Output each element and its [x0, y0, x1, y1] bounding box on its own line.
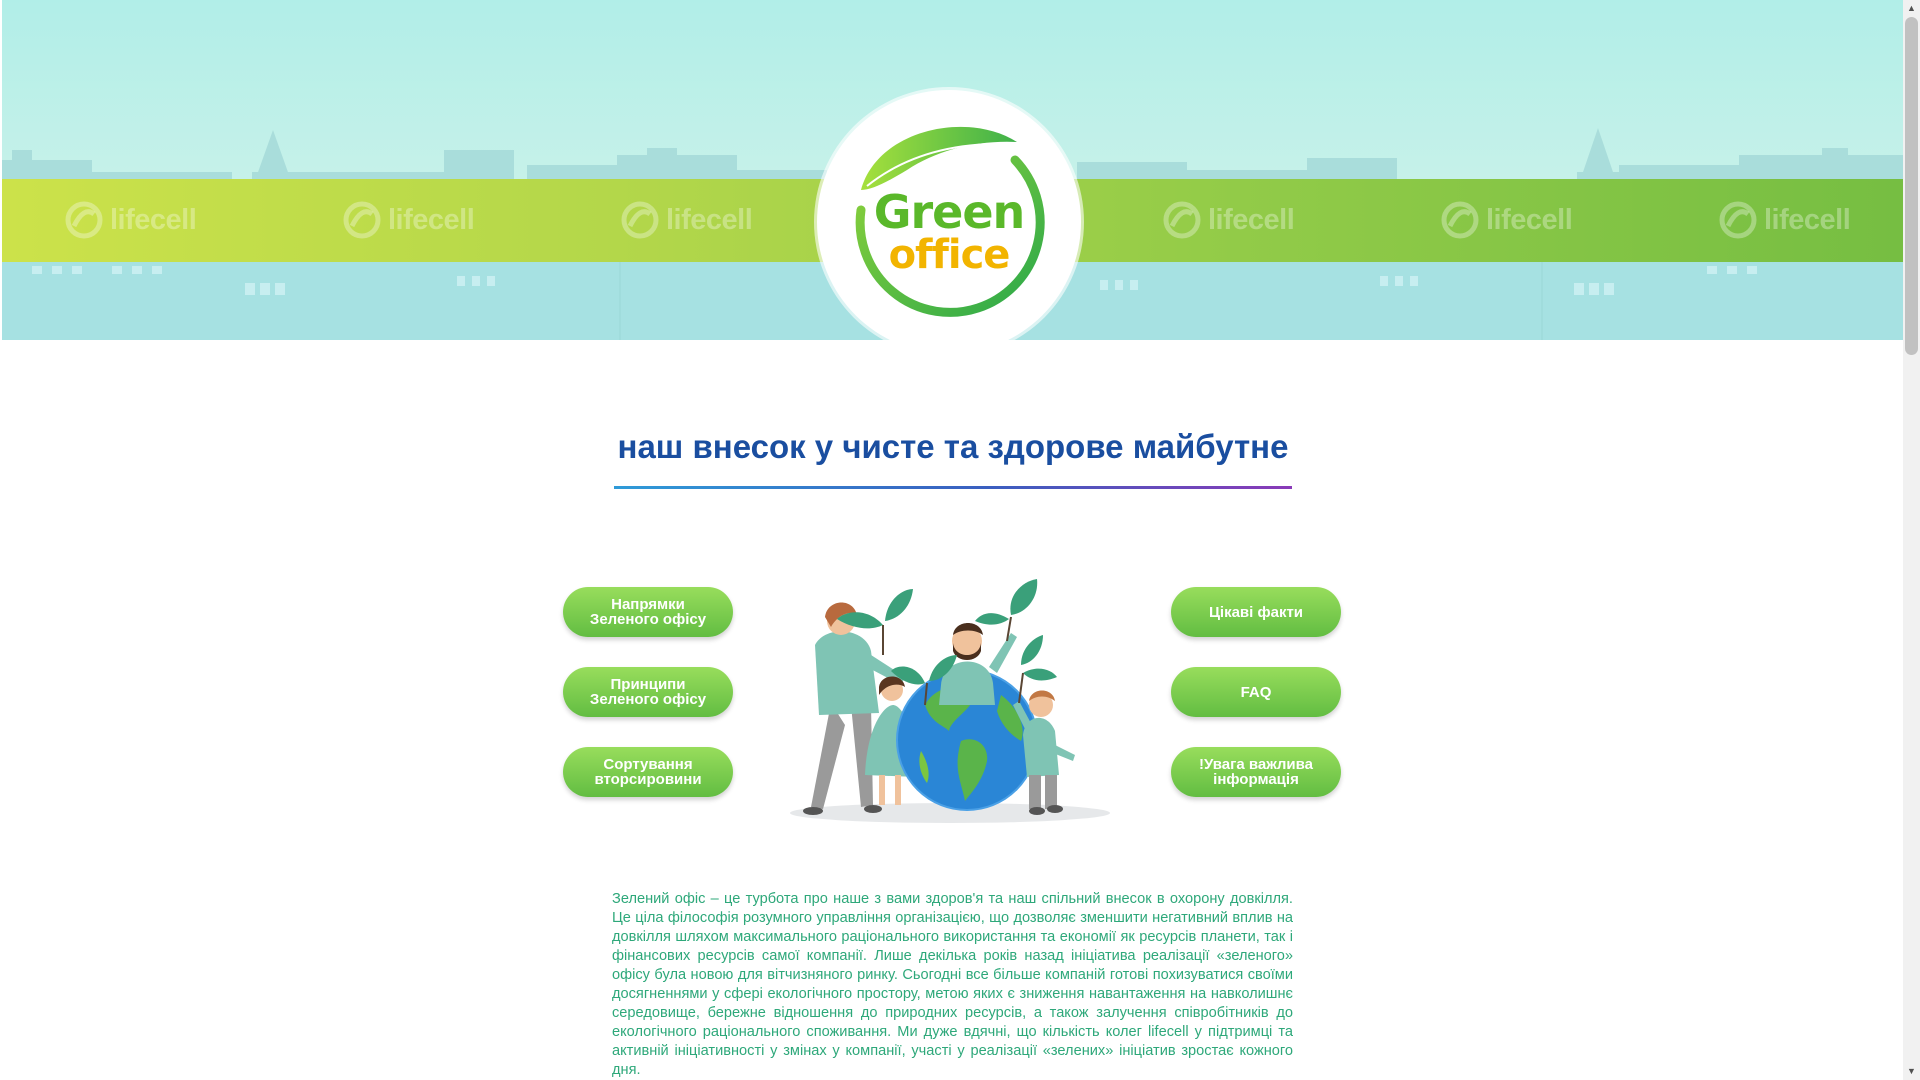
- logo-word-office: office: [888, 232, 1011, 278]
- lifecell-swirl-icon: [1441, 201, 1479, 239]
- lifecell-swirl-icon: [1719, 201, 1757, 239]
- lifecell-watermark-text: lifecell: [1486, 203, 1573, 236]
- lifecell-watermark-text: lifecell: [1764, 203, 1851, 236]
- lifecell-watermark: lifecell: [1440, 196, 1620, 244]
- page-scrollbar[interactable]: ▲ ▼: [1903, 0, 1920, 1080]
- button-important-information[interactable]: !Увага важлива інформація: [1171, 747, 1341, 797]
- button-green-office-directions[interactable]: Напрямки Зеленого офісу: [563, 587, 733, 637]
- lifecell-watermark-text: lifecell: [388, 203, 475, 236]
- heading-underline: [614, 486, 1292, 489]
- logo-word-green: Green: [873, 185, 1026, 239]
- button-green-office-principles[interactable]: Принципи Зеленого офісу: [563, 667, 733, 717]
- lifecell-watermark-text: lifecell: [666, 203, 753, 236]
- lifecell-swirl-icon: [1163, 201, 1201, 239]
- button-faq[interactable]: FAQ: [1171, 667, 1341, 717]
- scroll-up-arrow-icon[interactable]: ▲: [1903, 0, 1920, 17]
- lifecell-swirl-icon: [621, 201, 659, 239]
- scroll-thumb[interactable]: [1905, 17, 1918, 355]
- button-recycling-sorting[interactable]: Сортування вторсировини: [563, 747, 733, 797]
- lifecell-watermark: lifecell: [64, 196, 244, 244]
- lifecell-watermark-text: lifecell: [1208, 203, 1295, 236]
- button-interesting-facts[interactable]: Цікаві факти: [1171, 587, 1341, 637]
- lifecell-watermark: lifecell: [1718, 196, 1898, 244]
- lifecell-swirl-icon: [65, 201, 103, 239]
- lifecell-watermark: lifecell: [620, 196, 800, 244]
- intro-paragraph: Зелений офіс – це турбота про наше з вам…: [612, 891, 1293, 1078]
- scroll-down-arrow-icon[interactable]: ▼: [1903, 1063, 1920, 1080]
- family-earth-illustration: [790, 579, 1110, 823]
- lifecell-watermark: lifecell: [1162, 196, 1342, 244]
- lifecell-swirl-icon: [343, 201, 381, 239]
- lifecell-watermark-text: lifecell: [110, 203, 197, 236]
- header-banner: lifecell lifecell lifecell lifecell life…: [2, 0, 1903, 340]
- page-heading: наш внесок у чисте та здорове майбутне: [617, 428, 1289, 465]
- lifecell-watermark: lifecell: [342, 196, 522, 244]
- green-office-logo: Green office: [817, 90, 1081, 340]
